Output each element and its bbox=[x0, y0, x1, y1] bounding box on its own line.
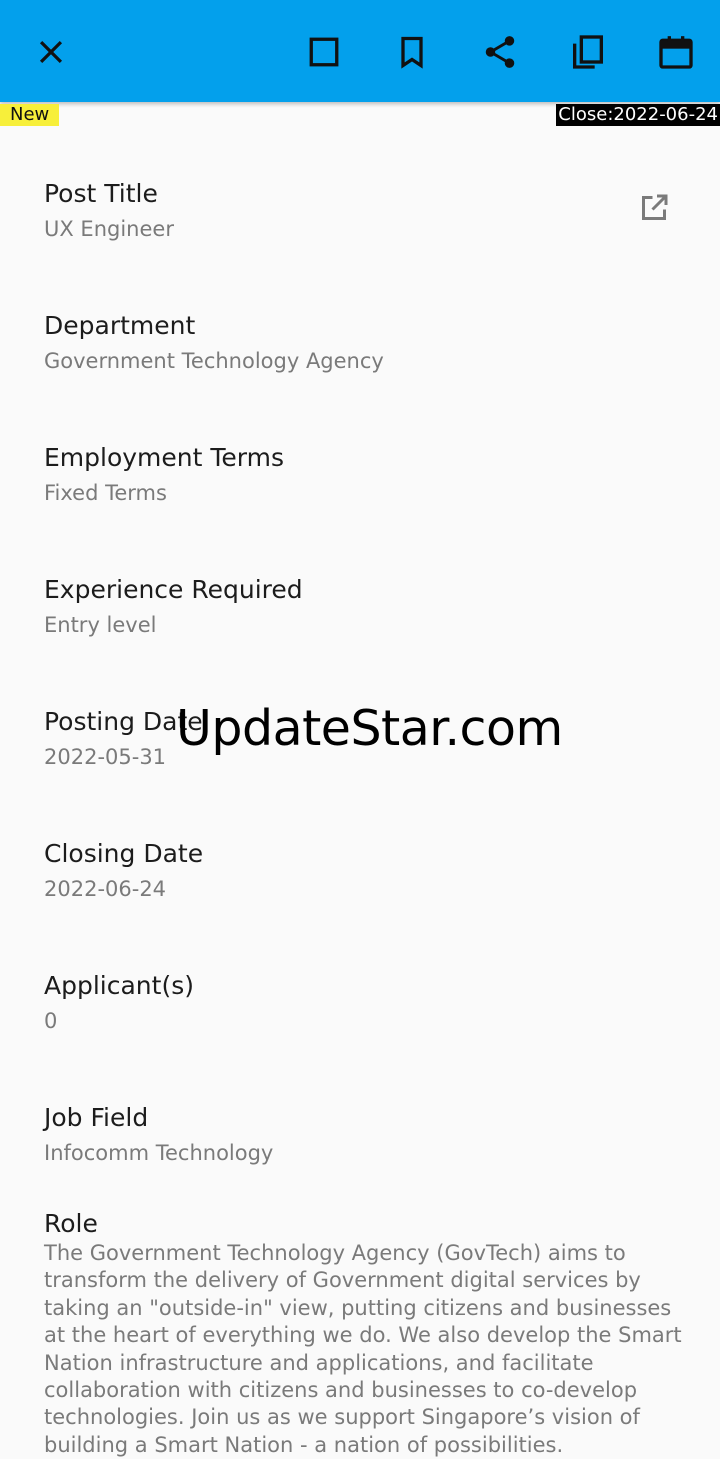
copy-icon bbox=[573, 35, 603, 69]
close-icon bbox=[39, 40, 63, 64]
field-value: Government Technology Agency bbox=[44, 349, 384, 373]
open-in-new-icon bbox=[642, 194, 668, 220]
close-date-badge: Close:2022-06-24 bbox=[556, 104, 720, 126]
field-label: Department bbox=[44, 311, 196, 340]
open-link-button[interactable] bbox=[632, 186, 676, 230]
field-job-field: Job Field Infocomm Technology bbox=[44, 1102, 644, 1168]
field-value: 2022-06-24 bbox=[44, 877, 167, 901]
bookmark-icon bbox=[401, 36, 423, 69]
field-department: Department Government Technology Agency bbox=[44, 310, 644, 376]
field-closing-date: Closing Date 2022-06-24 bbox=[44, 838, 644, 904]
select-button[interactable] bbox=[299, 27, 349, 77]
field-value: Fixed Terms bbox=[44, 481, 167, 505]
copy-button[interactable] bbox=[563, 27, 613, 77]
field-label: Applicant(s) bbox=[44, 971, 194, 1000]
field-value: 0 bbox=[44, 1009, 58, 1033]
field-label: Post Title bbox=[44, 179, 158, 208]
share-icon bbox=[485, 36, 515, 68]
app-bar bbox=[0, 0, 720, 102]
field-label: Experience Required bbox=[44, 575, 303, 604]
field-employment-terms: Employment Terms Fixed Terms bbox=[44, 442, 644, 508]
field-applicants: Applicant(s) 0 bbox=[44, 970, 644, 1036]
field-label: Employment Terms bbox=[44, 443, 285, 472]
field-label: Role bbox=[44, 1209, 98, 1238]
field-post-title: Post Title UX Engineer bbox=[44, 178, 644, 244]
field-value: Entry level bbox=[44, 613, 157, 637]
bookmark-button[interactable] bbox=[387, 27, 437, 77]
calendar-button[interactable] bbox=[651, 27, 701, 77]
calendar-icon bbox=[659, 36, 693, 69]
field-role: Role The Government Technology Agency (G… bbox=[44, 1208, 684, 1459]
field-value: UX Engineer bbox=[44, 217, 174, 241]
square-icon bbox=[309, 37, 339, 67]
share-button[interactable] bbox=[475, 27, 525, 77]
close-button[interactable] bbox=[26, 27, 76, 77]
field-label: Job Field bbox=[44, 1103, 149, 1132]
role-description: The Government Technology Agency (GovTec… bbox=[44, 1241, 682, 1457]
field-label: Closing Date bbox=[44, 839, 204, 868]
watermark: UpdateStar.com bbox=[176, 700, 563, 757]
field-value: Infocomm Technology bbox=[44, 1141, 274, 1165]
field-experience-required: Experience Required Entry level bbox=[44, 574, 644, 640]
new-badge: New bbox=[0, 104, 60, 126]
